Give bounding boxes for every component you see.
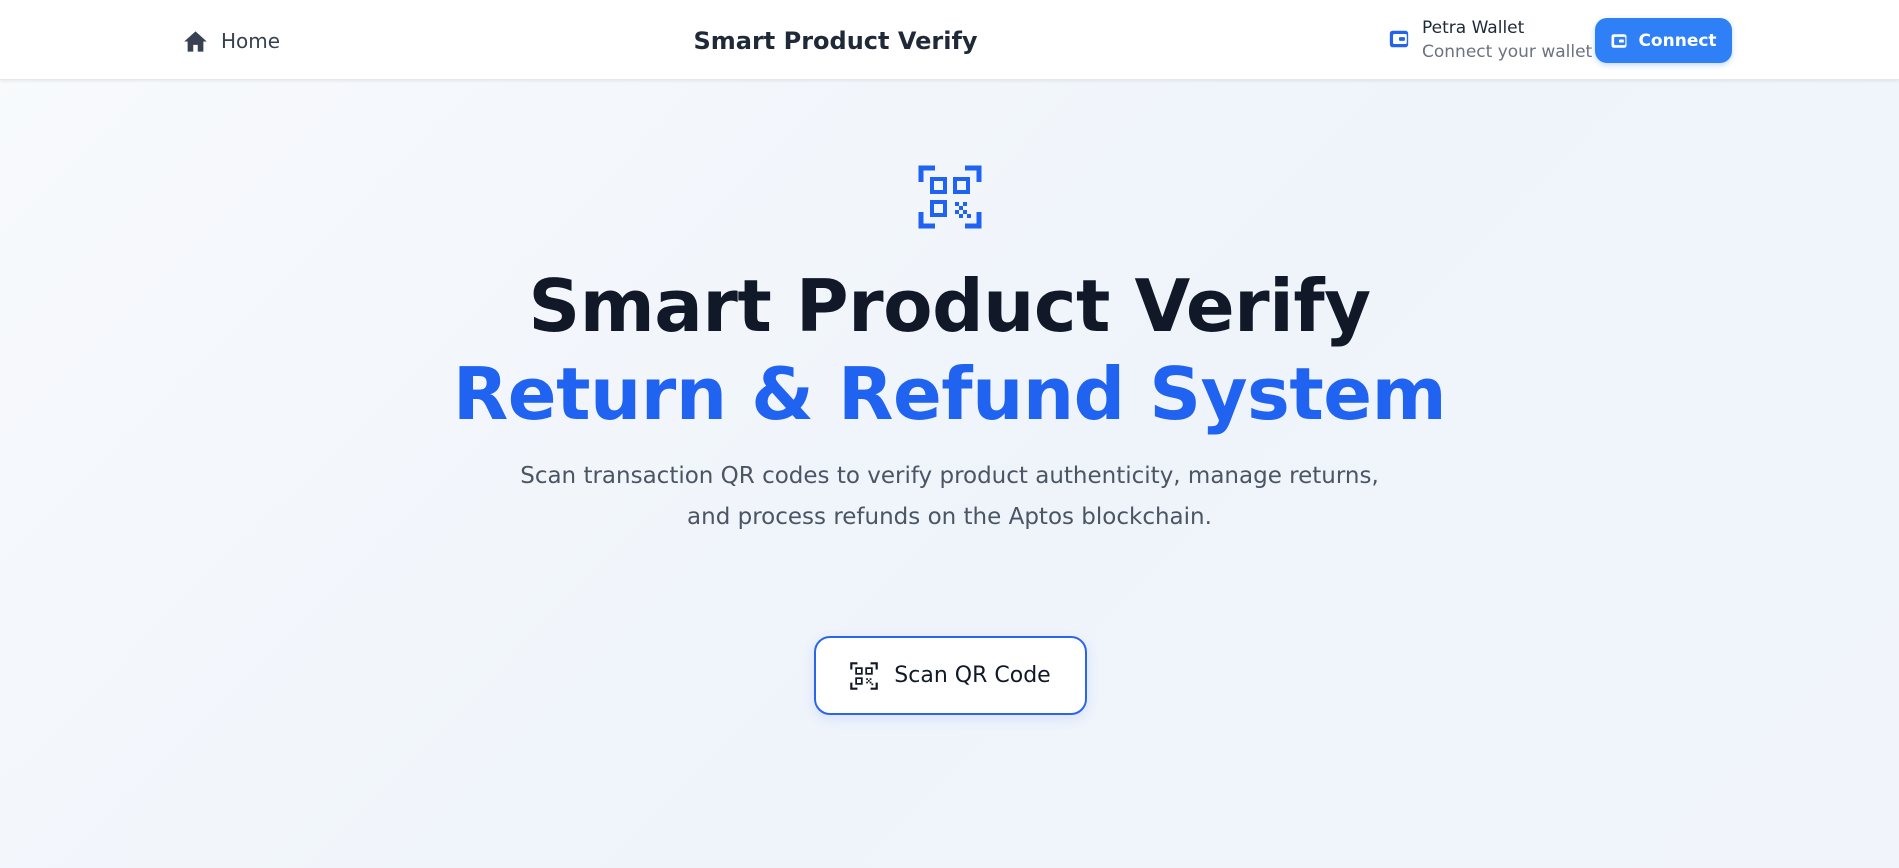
wallet-status: Connect your wallet — [1422, 42, 1593, 62]
hero-description-line-1: Scan transaction QR codes to verify prod… — [520, 463, 1379, 489]
scan-qr-code-button[interactable]: Scan QR Code — [814, 636, 1087, 715]
wallet-name: Petra Wallet — [1422, 18, 1525, 38]
hero-description-line-2: and process refunds on the Aptos blockch… — [687, 504, 1212, 530]
hero-title: Smart Product Verify Return & Refund Sys… — [0, 262, 1899, 438]
qr-scan-icon — [918, 165, 982, 229]
hero-description: Scan transaction QR codes to verify prod… — [0, 456, 1899, 538]
wallet-icon — [1389, 30, 1409, 48]
connect-button-label: Connect — [1638, 30, 1717, 51]
hero-title-line-2: Return & Refund System — [452, 352, 1447, 436]
qr-scan-icon — [850, 661, 879, 690]
hero-title-line-1: Smart Product Verify — [528, 264, 1371, 348]
scan-qr-code-label: Scan QR Code — [894, 663, 1051, 688]
wallet-text: Petra Wallet Connect your wallet — [1422, 16, 1592, 64]
connect-wallet-button[interactable]: Connect — [1595, 18, 1732, 63]
wallet-info: Petra Wallet Connect your wallet — [1388, 16, 1592, 64]
top-navigation-bar: Home Smart Product Verify Petra Wallet C… — [0, 0, 1899, 80]
wallet-icon — [1611, 33, 1627, 48]
